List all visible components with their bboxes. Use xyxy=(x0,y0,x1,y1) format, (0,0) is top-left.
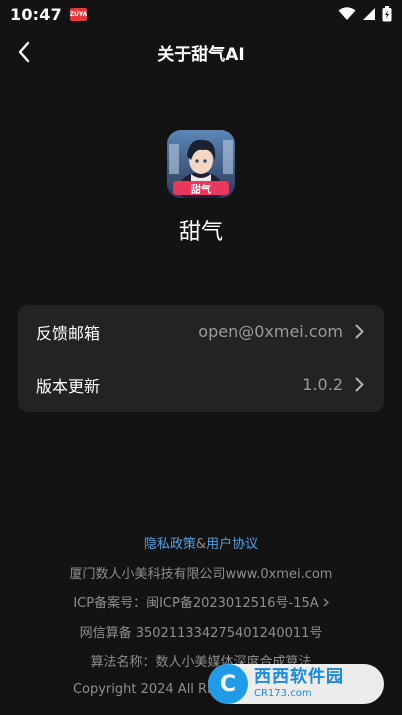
status-bar: 10:47 ZUYA xyxy=(0,0,402,28)
feedback-email-value: open@0xmei.com xyxy=(198,322,343,341)
version-update-label: 版本更新 xyxy=(36,376,101,396)
link-separator: & xyxy=(195,537,207,552)
privacy-policy-link[interactable]: 隐私政策 xyxy=(144,537,196,552)
page-title: 关于甜气AI xyxy=(157,44,245,65)
feedback-email-row[interactable]: 反馈邮箱 open@0xmei.com xyxy=(18,305,384,358)
notification-app-icon: ZUYA xyxy=(70,7,87,21)
version-value: 1.0.2 xyxy=(302,375,343,394)
legal-links: 隐私政策&用户协议 xyxy=(0,533,402,552)
icp-filing[interactable]: ICP备案号：闽ICP备2023012516号-15A xyxy=(0,592,402,611)
battery-icon xyxy=(382,6,392,22)
version-update-row[interactable]: 版本更新 1.0.2 xyxy=(18,358,384,411)
net-algorithm-filing: 网信算备 350211334275401240011号 xyxy=(79,626,323,641)
chevron-right-icon xyxy=(323,596,329,611)
app-name: 甜气 xyxy=(178,220,223,245)
app-bar: 关于甜气AI xyxy=(0,30,402,74)
chevron-left-icon xyxy=(18,41,30,63)
settings-card: 反馈邮箱 open@0xmei.com 版本更新 1.0.2 xyxy=(18,305,384,412)
status-time: 10:47 xyxy=(10,4,62,24)
app-logo: 甜气 xyxy=(167,130,235,198)
logo-badge-text: 甜气 xyxy=(191,184,211,196)
status-icons xyxy=(338,6,392,22)
watermark-text: 西西软件园 CR173.com xyxy=(254,669,344,699)
chevron-right-icon xyxy=(355,324,364,339)
watermark-title: 西西软件园 xyxy=(254,667,344,687)
back-button[interactable] xyxy=(10,38,38,66)
feedback-email-label: 反馈邮箱 xyxy=(36,323,101,343)
watermark-subtitle: CR173.com xyxy=(254,688,312,699)
chevron-right-icon xyxy=(355,377,364,392)
watermark-logo: C xyxy=(208,664,248,704)
signal-icon xyxy=(362,7,376,21)
logo-badge: 甜气 xyxy=(173,181,229,196)
company-info: 厦门数人小美科技有限公司www.0xmei.com xyxy=(69,567,333,582)
user-agreement-link[interactable]: 用户协议 xyxy=(206,537,258,552)
site-watermark: C 西西软件园 CR173.com xyxy=(208,664,384,704)
wifi-icon xyxy=(338,7,356,21)
icp-filing-text: ICP备案号：闽ICP备2023012516号-15A xyxy=(73,596,319,611)
